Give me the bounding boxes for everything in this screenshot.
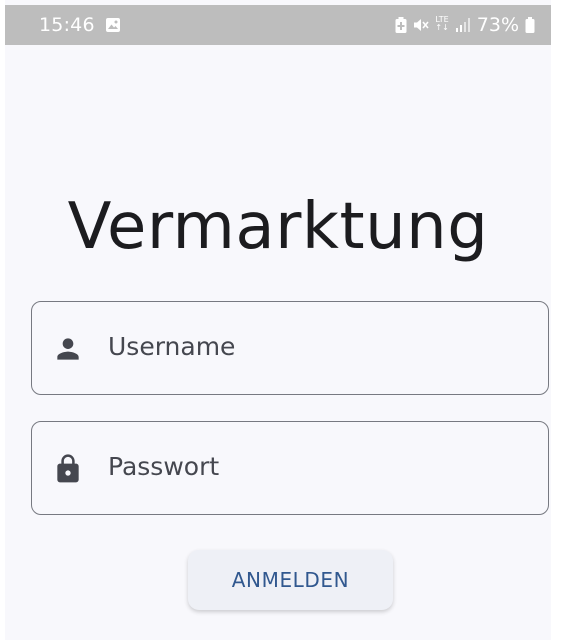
battery-percent: 73% [476,14,519,36]
person-icon [57,338,79,360]
login-button[interactable]: ANMELDEN [188,550,393,610]
lock-icon [57,454,79,483]
password-field[interactable]: Passwort [31,421,549,515]
gallery-icon [106,18,120,32]
battery-icon [525,17,535,33]
status-bar: 15:46 LTE ↑↓ 73% [5,5,551,45]
status-time: 15:46 [39,14,95,36]
username-placeholder: Username [108,332,236,361]
login-button-label: ANMELDEN [231,568,350,592]
username-field[interactable]: Username [31,301,549,395]
login-screen: 15:46 LTE ↑↓ 73% Vermarktung Username Pa… [5,0,551,640]
password-placeholder: Passwort [108,452,220,481]
lte-icon: LTE ↑↓ [435,16,448,32]
mute-icon [414,19,429,31]
page-title: Vermarktung [67,190,489,264]
battery-saver-icon [395,17,407,33]
signal-icon [455,18,470,32]
status-icons: LTE ↑↓ 73% [395,14,535,36]
data-arrows: ↑↓ [435,23,449,32]
